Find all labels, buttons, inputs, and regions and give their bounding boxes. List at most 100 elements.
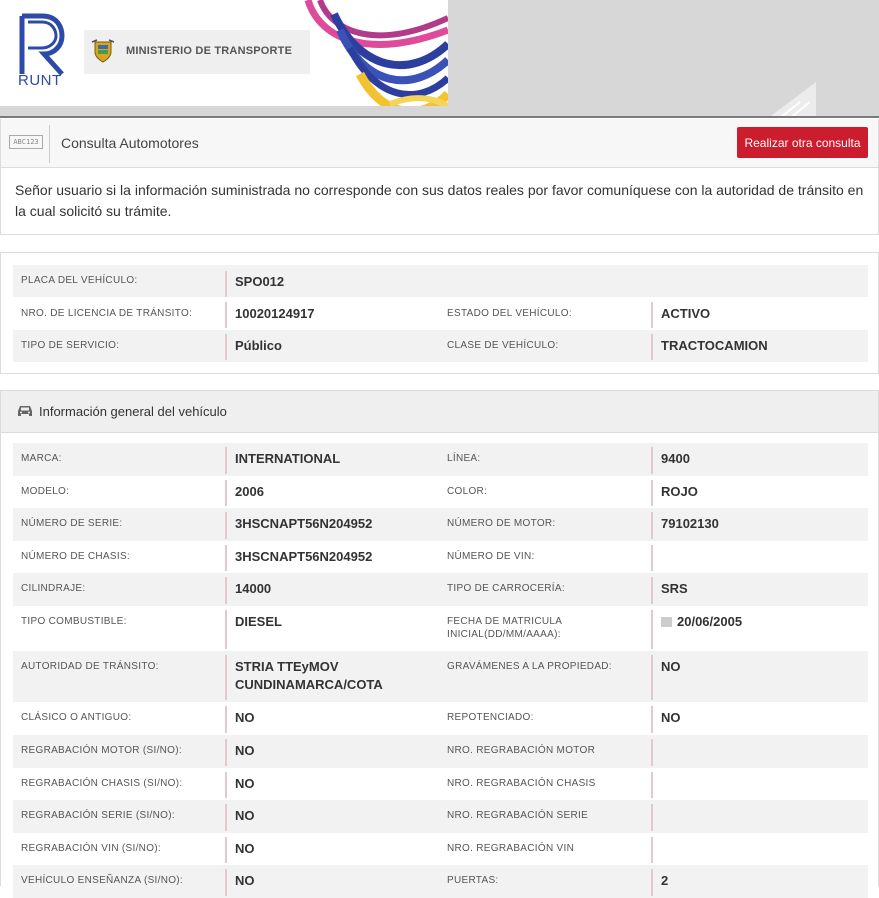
field-label: NÚMERO DE SERIE:: [21, 518, 123, 529]
table-row: CLÁSICO O ANTIGUO: NO REPOTENCIADO: NO: [13, 702, 868, 735]
vehicle-class-value: TRACTOCAMION: [651, 334, 768, 360]
license-number-value: 10020124917: [225, 302, 315, 328]
field-value: 20/06/2005: [651, 610, 851, 649]
field-value: [651, 739, 851, 766]
field-value: 9400: [651, 447, 851, 474]
field-label: FECHA DE MATRICULA INICIAL(DD/MM/AAAA):: [447, 616, 562, 640]
field-label: MARCA:: [21, 453, 62, 464]
field-value: 14000: [225, 577, 425, 604]
field-label: CLÁSICO O ANTIGUO:: [21, 712, 132, 723]
field-label: REGRABACIÓN MOTOR (SI/NO):: [21, 745, 182, 756]
field-value: 79102130: [651, 512, 851, 539]
vehicle-class-label: CLASE DE VEHÍCULO:: [447, 340, 559, 351]
service-type-label: TIPO DE SERVICIO:: [21, 340, 120, 351]
field-value: NO: [225, 739, 425, 766]
field-value: SRS: [651, 577, 851, 604]
field-label: NRO. REGRABACIÓN CHASIS: [447, 778, 596, 789]
header-banner: RUNT MINISTERIO DE TRANSPORTE: [0, 0, 879, 118]
field-label: CILINDRAJE:: [21, 583, 86, 594]
field-value: ROJO: [651, 480, 851, 506]
plate-value: SPO012: [225, 271, 284, 297]
field-value: [651, 804, 851, 831]
field-label: AUTORIDAD DE TRÁNSITO:: [21, 661, 159, 672]
license-plate-icon: ABC123: [9, 135, 43, 149]
field-value: INTERNATIONAL: [225, 447, 425, 474]
field-label: TIPO DE CARROCERÍA:: [447, 583, 565, 594]
field-label: PUERTAS:: [447, 875, 499, 886]
field-value: NO: [225, 837, 425, 863]
table-row: TIPO COMBUSTIBLE: DIESEL FECHA DE MATRICUL…: [13, 606, 868, 651]
table-row: VEHÍCULO ENSEÑANZA (SI/NO): NO PUERTAS: 2: [13, 865, 868, 898]
vehicle-summary-panel: PLACA DEL VEHÍCULO: SPO012 NRO. DE LICEN…: [0, 252, 879, 374]
field-label: LÍNEA:: [447, 453, 481, 464]
field-value: [651, 545, 851, 571]
runt-logo-text: RUNT: [18, 72, 62, 89]
general-info-panel: Información general del vehículo MARCA: I…: [0, 390, 879, 898]
table-row: AUTORIDAD DE TRÁNSITO: STRIA TTEyMOV CUND…: [13, 651, 868, 702]
ministry-logo: MINISTERIO DE TRANSPORTE: [84, 30, 310, 74]
general-info-title: Información general del vehículo: [39, 404, 227, 419]
new-query-button[interactable]: Realizar otra consulta: [737, 127, 868, 158]
calendar-icon: [661, 617, 672, 627]
field-value: NO: [225, 804, 425, 831]
field-label: TIPO COMBUSTIBLE:: [21, 616, 127, 627]
field-label: MODELO:: [21, 486, 70, 497]
field-value: DIESEL: [225, 610, 425, 649]
table-row: REGRABACIÓN SERIE (SI/NO): NO NRO. REGRABA…: [13, 800, 868, 833]
vehicle-status-label: ESTADO DEL VEHÍCULO:: [447, 308, 572, 319]
field-label: NÚMERO DE VIN:: [447, 551, 535, 562]
car-icon: [18, 406, 32, 416]
page-title: Consulta Automotores: [61, 135, 199, 151]
field-label: NRO. REGRABACIÓN MOTOR: [447, 745, 596, 756]
summary-row: PLACA DEL VEHÍCULO: SPO012: [13, 265, 868, 297]
decorative-lines-icon: [768, 82, 816, 118]
toolbar-divider: [49, 125, 50, 163]
field-value: STRIA TTEyMOV CUNDINAMARCA/COTA: [225, 655, 425, 700]
field-label: REGRABACIÓN SERIE (SI/NO):: [21, 810, 175, 821]
table-row: MODELO: 2006 COLOR: ROJO: [13, 476, 868, 508]
field-label: VEHÍCULO ENSEÑANZA (SI/NO):: [21, 875, 184, 886]
field-label: NRO. REGRABACIÓN SERIE: [447, 810, 589, 821]
field-value: NO: [225, 869, 425, 896]
ministry-name: MINISTERIO DE TRANSPORTE: [126, 45, 293, 57]
summary-row: NRO. DE LICENCIA DE TRÁNSITO: 1002012491…: [13, 297, 868, 330]
decorative-waves-icon: [304, 0, 448, 106]
field-value: 2: [651, 869, 851, 896]
field-value: 2006: [225, 480, 425, 506]
field-value: NO: [225, 706, 425, 733]
field-label: REGRABACIÓN CHASIS (SI/NO):: [21, 778, 183, 789]
field-label: REPOTENCIADO:: [447, 712, 534, 723]
field-value: [651, 772, 851, 798]
field-value-text: 20/06/2005: [677, 614, 743, 629]
field-label: COLOR:: [447, 486, 488, 497]
field-value: NO: [225, 772, 425, 798]
vehicle-status-value: ACTIVO: [651, 302, 710, 328]
license-number-label: NRO. DE LICENCIA DE TRÁNSITO:: [21, 308, 193, 319]
colombia-shield-icon: [91, 39, 115, 63]
table-row: REGRABACIÓN CHASIS (SI/NO): NO NRO. REGRAB…: [13, 768, 868, 800]
summary-row: TIPO DE SERVICIO: Público CLASE DE VEHÍC…: [13, 330, 868, 362]
table-row: CILINDRAJE: 14000 TIPO DE CARROCERÍA: SRS: [13, 573, 868, 606]
table-row: REGRABACIÓN MOTOR (SI/NO): NO NRO. REGRABA…: [13, 735, 868, 768]
field-label: NRO. REGRABACIÓN VIN: [447, 843, 575, 854]
field-label: GRAVÁMENES A LA PROPIEDAD:: [447, 661, 612, 672]
field-label: NÚMERO DE CHASIS:: [21, 551, 131, 562]
table-row: REGRABACIÓN VIN (SI/NO): NO NRO. REGRABACI…: [13, 833, 868, 865]
table-row: MARCA: INTERNATIONAL LÍNEA: 9400: [13, 443, 868, 476]
field-label: NÚMERO DE MOTOR:: [447, 518, 556, 529]
service-type-value: Público: [225, 334, 282, 360]
field-value: 3HSCNAPT56N204952: [225, 512, 425, 539]
field-value: 3HSCNAPT56N204952: [225, 545, 425, 571]
header-divider: [0, 116, 879, 118]
field-value: [651, 837, 851, 863]
user-notice: Señor usuario si la información suminist…: [0, 168, 879, 235]
field-value: NO: [651, 706, 851, 733]
table-row: NÚMERO DE CHASIS: 3HSCNAPT56N204952 NÚMERO…: [13, 541, 868, 573]
table-row: NÚMERO DE SERIE: 3HSCNAPT56N204952 NÚMERO …: [13, 508, 868, 541]
general-info-header[interactable]: Información general del vehículo: [1, 391, 878, 433]
field-label: REGRABACIÓN VIN (SI/NO):: [21, 843, 161, 854]
plate-label: PLACA DEL VEHÍCULO:: [21, 275, 138, 286]
field-value: NO: [651, 655, 851, 700]
header-logo-area: RUNT MINISTERIO DE TRANSPORTE: [0, 0, 448, 106]
query-toolbar: ABC123 Consulta Automotores Realizar otr…: [0, 119, 879, 168]
